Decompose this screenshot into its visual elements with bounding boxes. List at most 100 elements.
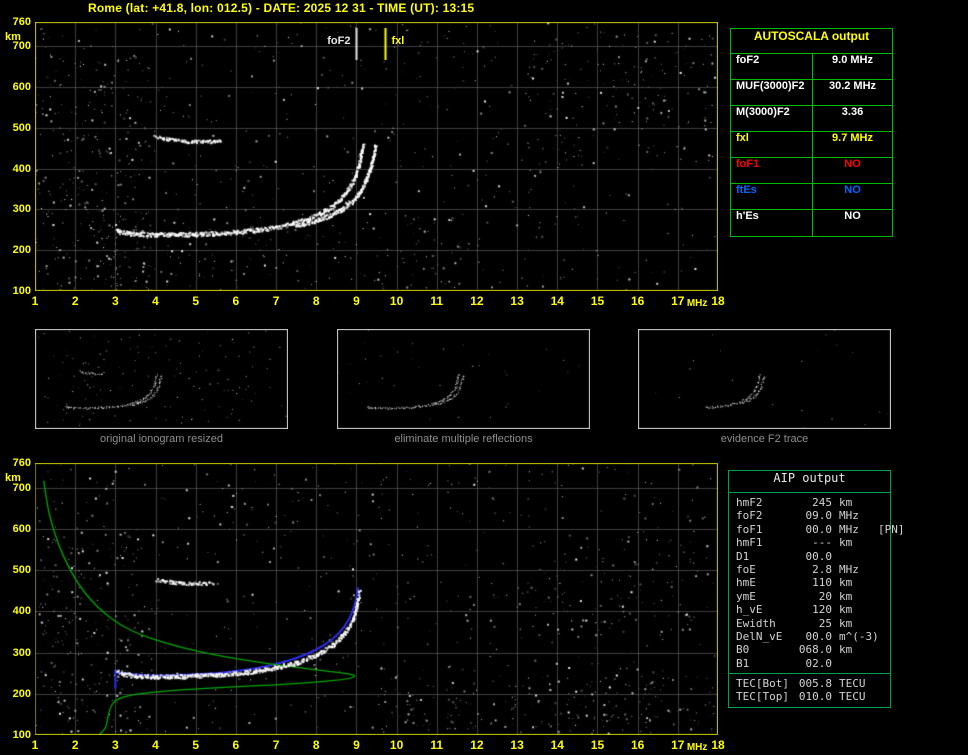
aip-row-unit: TECU [839, 690, 866, 704]
y-tick-label: 600 [12, 81, 31, 94]
autoscala-row: M(3000)F2 3.36 [731, 106, 892, 132]
x-tick-label: 9 [353, 294, 360, 308]
x-tick-label: 12 [470, 294, 484, 308]
aip-row-flag [878, 603, 884, 616]
aip-row-unit [832, 550, 878, 563]
x-tick-label: 3 [112, 738, 119, 752]
y-tick-label: 200 [12, 244, 31, 257]
y-axis-unit: km [5, 31, 21, 43]
aip-row-unit: km [839, 603, 853, 617]
aip-row: hmF1 --- km [736, 536, 884, 549]
aip-row-unit: km [839, 496, 853, 509]
thumbnail-caption: eliminate multiple reflections [394, 433, 533, 445]
y-tick-label: 400 [12, 605, 31, 618]
aip-row-label: Ewidth [736, 616, 776, 630]
aip-row: foE 2.8 MHz [736, 563, 884, 576]
x-tick-label: 8 [312, 294, 320, 308]
autoscala-row-value: 30.2 MHz [828, 80, 877, 92]
thumbnail-original-ionogram [35, 329, 288, 429]
autoscala-row-value: 9.7 MHz [832, 132, 873, 144]
aip-row: foF2 09.0 MHz [736, 509, 884, 522]
thumbnail-multiple-reflections-removed [337, 329, 590, 429]
autoscala-row: h'Es NO [731, 210, 892, 236]
aip-row: foF1 00.0 MHz [PN] [736, 522, 905, 536]
x-tick-label: 12 [470, 738, 484, 752]
aip-row-label: foF2 [736, 509, 763, 523]
aip-row-unit: km [839, 616, 853, 630]
aip-row-label: foE [736, 562, 756, 576]
aip-row-label: TEC[Bot] [736, 677, 789, 691]
aip-row-flag [879, 630, 884, 643]
aip-row-value: 00.0 [805, 522, 833, 536]
x-tick-label: 11 [430, 294, 444, 308]
y-tick-label: 760 [12, 457, 31, 469]
autoscala-row-label: foF2 [731, 54, 813, 79]
autoscala-row-value: NO [844, 184, 861, 196]
aip-row: TEC[Bot] 005.8 TECU [736, 677, 884, 690]
autoscala-row: foF2 9.0 MHz [731, 54, 892, 80]
x-tick-label: 2 [71, 294, 79, 308]
aip-row-label: hmF2 [736, 496, 763, 509]
thumbnail-f2-trace-evidence [638, 329, 891, 429]
x-axis-unit: MHz [686, 298, 708, 309]
aip-row: B0 068.0 km [736, 643, 884, 656]
aip-row-label: hmF1 [736, 536, 763, 550]
autoscala-row-label: ftEs [731, 184, 813, 209]
y-tick-label: 100 [12, 285, 31, 297]
aip-row-value: 09.0 [805, 509, 833, 523]
x-tick-label: 18 [711, 738, 725, 752]
aip-row-unit: MHz [839, 509, 859, 523]
x-tick-label: 7 [272, 738, 280, 752]
page-title: Rome (lat: +41.8, lon: 012.5) - DATE: 20… [88, 1, 475, 15]
aip-row-label: D1 [736, 549, 750, 563]
y-tick-label: 500 [12, 121, 31, 134]
aip-row: DelN_vE 00.0 m^(-3) [736, 630, 884, 643]
x-tick-label: 15 [590, 294, 605, 308]
x-tick-label: 14 [550, 738, 564, 752]
aip-row-flag [878, 617, 884, 630]
aip-row-value: 00.0 [805, 629, 833, 643]
x-tick-label: 9 [353, 738, 360, 752]
aip-row-label: B1 [736, 656, 750, 670]
x-tick-label: 16 [630, 738, 645, 752]
x-tick-label: 14 [550, 294, 564, 308]
autoscala-row-label: fxl [731, 132, 813, 157]
autoscala-row: MUF(3000)F2 30.2 MHz [731, 80, 892, 106]
aip-row-unit: km [839, 576, 853, 590]
aip-row-unit: m^(-3) [839, 629, 879, 643]
autoscala-row-value: NO [844, 210, 861, 222]
y-tick-label: 700 [12, 481, 31, 494]
aip-row-value: 20 [818, 589, 832, 603]
y-tick-label: 600 [12, 522, 31, 535]
y-tick-label: 400 [12, 162, 31, 175]
aip-row: Ewidth 25 km [736, 617, 884, 630]
aip-row-value: 02.0 [805, 656, 833, 670]
aip-row-value: 2.8 [812, 562, 832, 576]
aip-row-flag [878, 643, 884, 656]
thumbnail-caption: evidence F2 trace [720, 433, 809, 445]
y-tick-label: 100 [12, 729, 31, 741]
aip-row-value: 005.8 [798, 677, 832, 691]
autoscala-row: fxl 9.7 MHz [731, 132, 892, 158]
aip-row: h_vE 120 km [736, 603, 884, 616]
x-tick-label: 3 [112, 294, 119, 308]
autoscala-row-label: M(3000)F2 [731, 106, 813, 131]
aip-row-unit: km [839, 536, 853, 550]
x-tick-label: 10 [389, 738, 404, 752]
autoscala-table-header: AUTOSCALA output [731, 29, 892, 54]
aip-row-label: ymE [736, 589, 756, 603]
aip-row-value: 00.0 [805, 549, 833, 563]
x-tick-label: 18 [711, 294, 725, 308]
aip-row-value: 010.0 [798, 690, 832, 704]
aip-row-label: hmE [736, 576, 756, 590]
aip-row-unit: TECU [839, 677, 866, 691]
x-tick-label: 1 [31, 294, 39, 308]
x-tick-label: 1 [31, 738, 39, 752]
autoscala-row: foF1 NO [731, 158, 892, 184]
aip-table-body: hmF2 245 km foF2 09.0 MHz foF1 00.0 MHz [PN] hmF1 -… [729, 493, 905, 707]
autoscala-row-label: foF1 [731, 158, 813, 183]
x-tick-label: 16 [630, 294, 645, 308]
aip-row-flag [878, 563, 884, 576]
x-tick-label: 7 [272, 294, 280, 308]
profile-plot-canvas [35, 463, 718, 735]
